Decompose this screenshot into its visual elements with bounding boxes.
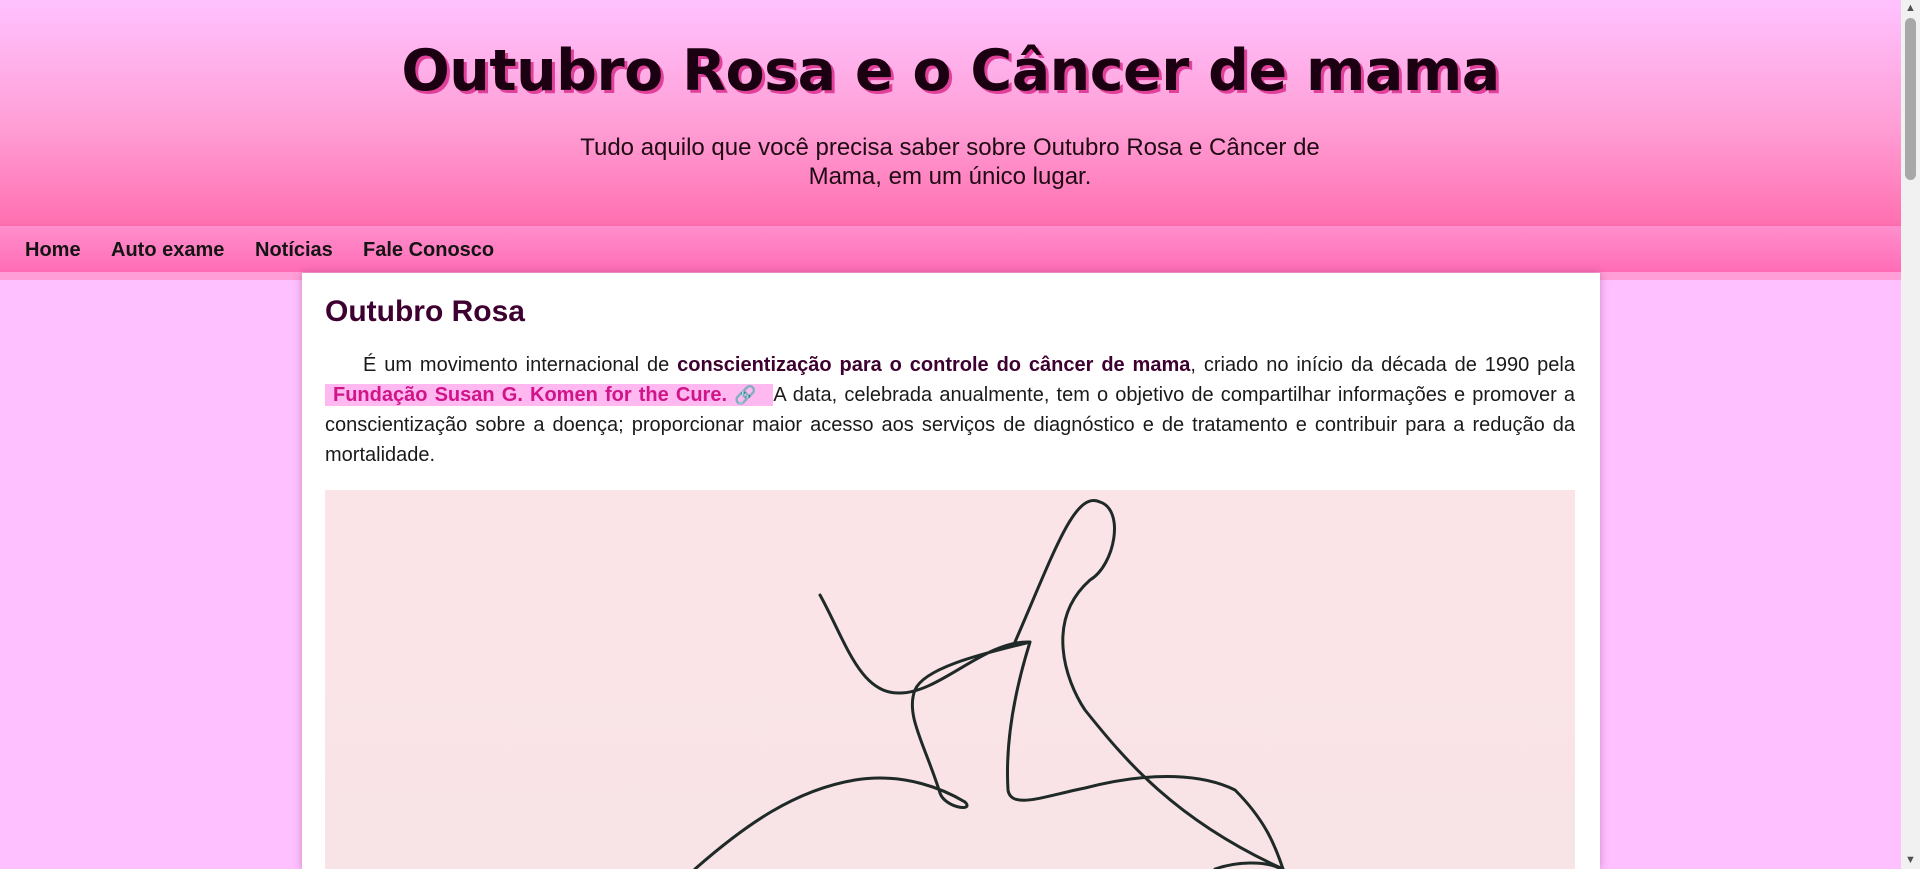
line-art-drawing: [693, 499, 1285, 869]
post-title[interactable]: Outubro Rosa: [325, 295, 525, 329]
post-container: Outubro Rosa É um movimento internaciona…: [302, 273, 1600, 869]
arrow-down-icon[interactable]: ▼: [1901, 852, 1920, 869]
komen-link[interactable]: Fundação Susan G. Komen for the Cure. 🔗: [325, 384, 774, 406]
post-text-intro: É um movimento internacional de: [363, 354, 678, 376]
scrollbar-thumb[interactable]: [1905, 18, 1916, 180]
nav-auto-exame[interactable]: Auto exame: [111, 239, 224, 262]
post-text-bold: conscientização para o controle do cânce…: [677, 354, 1191, 376]
arrow-up-icon[interactable]: ▲: [1901, 0, 1920, 17]
komen-link-label[interactable]: Fundação Susan G. Komen for the Cure.: [333, 384, 727, 406]
link-icon: 🔗: [734, 385, 759, 405]
site-title[interactable]: Outubro Rosa e o Câncer de mama: [0, 38, 1901, 104]
nav-bar: Home Auto exame Notícias Fale Conosco: [0, 226, 1901, 272]
post-body: É um movimento internacional de conscien…: [325, 350, 1575, 470]
site-subtitle-line-2: Mama, em um único lugar.: [808, 163, 1092, 190]
line-art-illustration: [325, 490, 1575, 869]
nav-noticias[interactable]: Notícias: [255, 239, 333, 262]
post-text-mid: , criado no início da década de 1990 pel…: [1190, 354, 1575, 376]
blog-header: Outubro Rosa e o Câncer de mama Tudo aqu…: [0, 0, 1901, 226]
nav-home[interactable]: Home: [25, 239, 81, 262]
site-subtitle-line-1: Tudo aquilo que você precisa saber sobre…: [580, 134, 1320, 161]
site-subtitle: Tudo aquilo que você precisa saber sobre…: [570, 133, 1330, 191]
nav-fale-conosco[interactable]: Fale Conosco: [363, 239, 494, 262]
vertical-scrollbar[interactable]: ▲ ▼: [1901, 0, 1920, 869]
